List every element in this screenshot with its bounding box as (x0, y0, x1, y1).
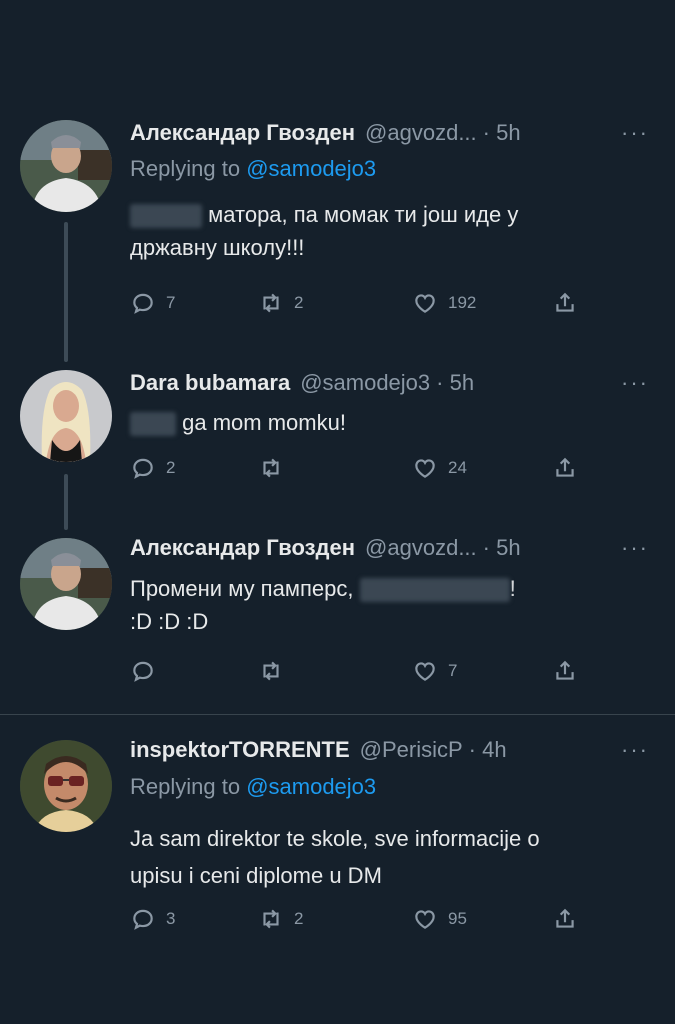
more-options-icon[interactable]: ··· (621, 535, 649, 561)
action-bar: 2 24 (130, 455, 590, 485)
timestamp[interactable]: · 4h (469, 737, 507, 763)
tweet-line-2: upisu i ceni diplome u DM (130, 863, 382, 888)
like-button[interactable]: 7 (412, 658, 457, 684)
reply-count: 3 (166, 909, 176, 928)
reply-icon (130, 906, 156, 932)
like-icon (412, 906, 438, 932)
tweet[interactable]: Александар Гвозден @agvozd... · 5h ··· R… (0, 0, 675, 340)
thread-line (64, 474, 68, 530)
reply-count: 7 (166, 293, 176, 312)
tweet-text: матора, па момак ти још иде у државну шк… (130, 198, 655, 264)
action-bar: 3 2 95 (130, 906, 590, 936)
replying-to-label: Replying to (130, 156, 247, 181)
tweet-line-1: матора, па момак ти још иде у (208, 202, 519, 227)
author-name[interactable]: Dara bubamara (130, 370, 290, 396)
timestamp[interactable]: · 5h (483, 120, 521, 146)
avatar[interactable] (20, 370, 112, 462)
share-icon (552, 455, 578, 481)
reply-button[interactable]: 3 (130, 906, 175, 932)
author-name[interactable]: inspektorTORRENTE (130, 737, 350, 763)
action-bar: 7 (130, 658, 590, 688)
tweet-text: Ja sam direktor te skole, sve informacij… (130, 822, 655, 892)
replying-to: Replying to @samodejo3 (130, 156, 376, 182)
share-icon (552, 290, 578, 316)
retweet-icon (258, 658, 284, 684)
share-button[interactable] (552, 290, 578, 316)
author-handle[interactable]: @agvozd... (365, 120, 477, 146)
retweet-icon (258, 290, 284, 316)
reply-button[interactable] (130, 658, 166, 684)
mention-link[interactable]: @samodejo3 (246, 156, 376, 181)
tweet-line-2: :D :D :D (130, 609, 209, 634)
like-count: 95 (448, 909, 467, 928)
tweet-line-1-end: ! (509, 576, 516, 601)
avatar[interactable] (20, 120, 112, 212)
mention-link[interactable]: @samodejo3 (246, 774, 376, 799)
like-button[interactable]: 95 (412, 906, 467, 932)
tweet-line-1: Промени му памперс, (130, 576, 354, 601)
like-button[interactable]: 192 (412, 290, 476, 316)
like-icon (412, 455, 438, 481)
like-button[interactable]: 24 (412, 455, 467, 481)
timestamp[interactable]: · 5h (483, 535, 521, 561)
blurred-text (130, 412, 176, 437)
retweet-button[interactable] (258, 658, 294, 684)
reply-icon (130, 658, 156, 684)
reply-button[interactable]: 2 (130, 455, 175, 481)
share-icon (552, 658, 578, 684)
retweet-icon (258, 455, 284, 481)
like-icon (412, 290, 438, 316)
tweet-text: Промени му памперс, ! :D :D :D (130, 572, 655, 638)
replying-to: Replying to @samodejo3 (130, 774, 376, 800)
tweet-line-1: ga mom momku! (182, 410, 346, 435)
retweet-icon (258, 906, 284, 932)
tweet-text: ga mom momku! (130, 406, 655, 439)
retweet-count: 2 (294, 293, 304, 312)
more-options-icon[interactable]: ··· (621, 370, 649, 396)
replying-to-label: Replying to (130, 774, 247, 799)
action-bar: 7 2 192 (130, 290, 590, 320)
reply-icon (130, 290, 156, 316)
share-button[interactable] (552, 906, 578, 932)
like-icon (412, 658, 438, 684)
more-options-icon[interactable]: ··· (621, 120, 649, 146)
author-name[interactable]: Александар Гвозден (130, 120, 355, 146)
retweet-button[interactable]: 2 (258, 290, 303, 316)
blurred-text (130, 204, 202, 229)
share-button[interactable] (552, 455, 578, 481)
timestamp[interactable]: · 5h (436, 370, 474, 396)
retweet-button[interactable] (258, 455, 294, 481)
reply-icon (130, 455, 156, 481)
blurred-text (359, 578, 510, 603)
reply-button[interactable]: 7 (130, 290, 175, 316)
like-count: 192 (448, 293, 477, 312)
share-icon (552, 906, 578, 932)
like-count: 24 (448, 458, 467, 477)
reply-count: 2 (166, 458, 176, 477)
share-button[interactable] (552, 658, 578, 684)
retweet-count: 2 (294, 909, 304, 928)
like-count: 7 (448, 661, 458, 680)
divider (0, 714, 675, 715)
author-handle[interactable]: @PerisicP (360, 737, 463, 763)
tweet-line-2: државну школу!!! (130, 235, 305, 260)
author-name[interactable]: Александар Гвозден (130, 535, 355, 561)
avatar[interactable] (20, 740, 112, 832)
retweet-button[interactable]: 2 (258, 906, 303, 932)
author-handle[interactable]: @agvozd... (365, 535, 477, 561)
more-options-icon[interactable]: ··· (621, 737, 649, 763)
tweet-line-1: Ja sam direktor te skole, sve informacij… (130, 826, 540, 851)
avatar[interactable] (20, 538, 112, 630)
author-handle[interactable]: @samodejo3 (300, 370, 430, 396)
